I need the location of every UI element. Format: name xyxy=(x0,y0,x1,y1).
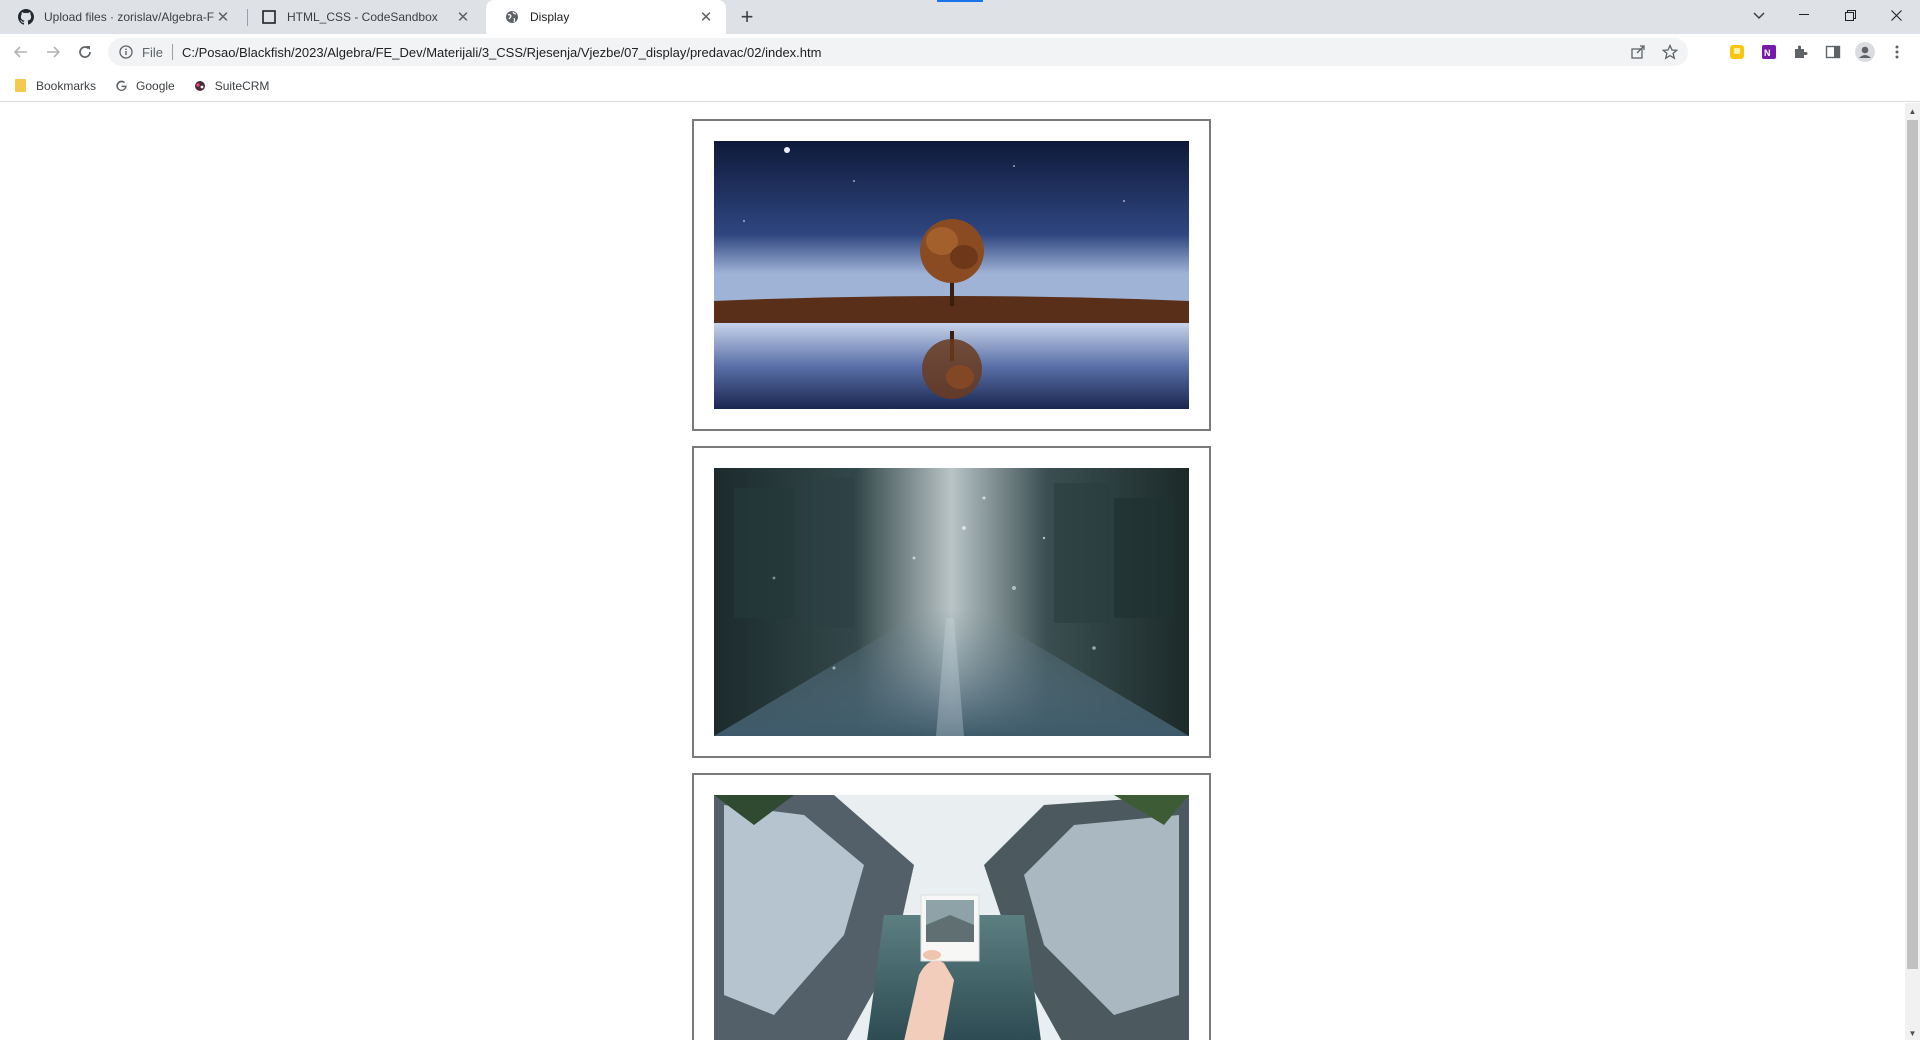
rainy-street-image xyxy=(714,468,1189,736)
more-menu-icon[interactable] xyxy=(1887,42,1907,62)
tab-search-chevron-icon[interactable] xyxy=(1749,6,1769,26)
bookmark-label: SuiteCRM xyxy=(214,78,270,93)
window-accent-bar xyxy=(937,0,983,2)
polaroid-canyon-image xyxy=(714,795,1189,1040)
close-tab-icon[interactable]: ✕ xyxy=(455,9,471,26)
back-button[interactable] xyxy=(7,38,35,66)
tab-codesandbox[interactable]: HTML_CSS - CodeSandbox ✕ xyxy=(243,0,483,34)
close-tab-icon[interactable]: ✕ xyxy=(215,9,231,26)
reload-button[interactable] xyxy=(71,38,99,66)
restore-button[interactable] xyxy=(1827,0,1873,30)
bookmark-bookmarks-folder[interactable]: Bookmarks xyxy=(14,79,96,93)
close-window-button[interactable] xyxy=(1873,0,1919,30)
tree-reflection-image xyxy=(714,141,1189,409)
scroll-up-arrow-icon[interactable]: ▲ xyxy=(1908,107,1917,116)
tab-title: HTML_CSS - CodeSandbox xyxy=(287,10,438,24)
bookmark-label: Bookmarks xyxy=(36,78,97,93)
new-tab-button[interactable]: + xyxy=(735,4,759,29)
scheme-label: File xyxy=(142,44,163,60)
omnibox-separator xyxy=(171,44,173,60)
minimize-button[interactable] xyxy=(1781,0,1827,30)
tab-title: Display xyxy=(530,10,570,24)
vertical-scrollbar[interactable]: ▲ ▼ xyxy=(1905,103,1920,1040)
scrollbar-thumb[interactable] xyxy=(1907,120,1918,969)
side-panel-icon[interactable] xyxy=(1823,42,1843,62)
scroll-down-arrow-icon[interactable]: ▼ xyxy=(1908,1029,1917,1038)
tab-github-upload[interactable]: Upload files · zorislav/Algebra-FE ✕ xyxy=(0,0,243,34)
bookmark-star-icon[interactable] xyxy=(1660,42,1680,62)
extension-yellow-icon[interactable] xyxy=(1727,42,1747,62)
onenote-icon[interactable]: N xyxy=(1759,42,1779,62)
extensions-puzzle-icon[interactable] xyxy=(1791,42,1811,62)
bookmark-suitecrm[interactable]: SuiteCRM xyxy=(193,78,270,93)
tab-title: Upload files · zorislav/Algebra-FE xyxy=(44,10,215,24)
page-viewport xyxy=(0,103,1905,1040)
github-icon xyxy=(18,9,34,25)
folder-icon xyxy=(14,79,28,93)
forward-button[interactable] xyxy=(39,38,67,66)
svg-text:N: N xyxy=(1764,48,1771,58)
bookmarks-bar: Bookmarks Google SuiteCRM xyxy=(0,70,1920,102)
image-frame xyxy=(692,446,1211,758)
share-icon[interactable] xyxy=(1628,42,1648,62)
info-icon[interactable] xyxy=(118,44,134,60)
image-frame xyxy=(692,773,1211,1040)
close-tab-icon[interactable]: ✕ xyxy=(698,9,714,26)
browser-toolbar: File C:/Posao/Blackfish/2023/Algebra/FE_… xyxy=(0,34,1920,70)
image-frame xyxy=(692,119,1211,431)
google-icon xyxy=(114,79,128,93)
codesandbox-icon xyxy=(261,9,277,25)
profile-avatar-icon[interactable] xyxy=(1855,42,1875,62)
url-text[interactable]: C:/Posao/Blackfish/2023/Algebra/FE_Dev/M… xyxy=(182,45,822,60)
bookmark-label: Google xyxy=(136,78,175,93)
globe-icon xyxy=(504,9,520,25)
tab-strip: Upload files · zorislav/Algebra-FE ✕ HTM… xyxy=(0,0,1920,34)
address-bar[interactable]: File C:/Posao/Blackfish/2023/Algebra/FE_… xyxy=(108,38,1688,66)
tab-display[interactable]: Display ✕ xyxy=(486,0,726,34)
bookmark-google[interactable]: Google xyxy=(114,79,175,93)
suitecrm-icon xyxy=(193,79,207,93)
